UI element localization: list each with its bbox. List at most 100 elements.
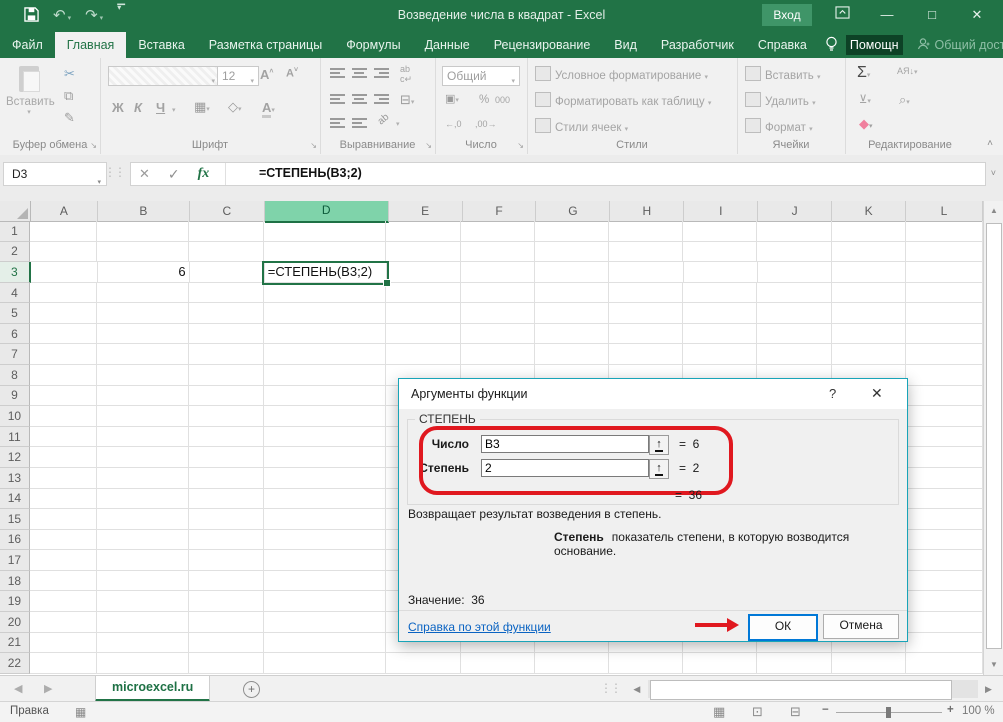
grid-cell-F3[interactable]: [461, 262, 535, 283]
grid-cell-C1[interactable]: [189, 221, 264, 242]
grow-font-button[interactable]: А˄: [260, 67, 273, 82]
collapse-dialog-icon-1[interactable]: ↑: [649, 435, 669, 455]
grid-cell-E2[interactable]: [386, 242, 460, 263]
grid-cell-L19[interactable]: [906, 591, 983, 612]
grid-cell-L5[interactable]: [906, 303, 983, 324]
row-header-11[interactable]: 11: [0, 427, 30, 448]
grid-cell-L10[interactable]: [906, 406, 983, 427]
grid-cell-L7[interactable]: [906, 344, 983, 365]
tab-данные[interactable]: Данные: [413, 32, 482, 58]
grid-cell-B12[interactable]: [97, 447, 189, 468]
grid-cell-C13[interactable]: [189, 468, 264, 489]
format-painter-icon[interactable]: ✎: [64, 110, 75, 126]
grid-cell-J3[interactable]: [758, 262, 832, 283]
column-header-J[interactable]: J: [758, 201, 832, 222]
align-left-icon[interactable]: [330, 94, 345, 104]
grid-cell-K5[interactable]: [832, 303, 906, 324]
grid-cell-D17[interactable]: [264, 550, 386, 571]
grid-cell-J1[interactable]: [757, 221, 831, 242]
sheet-next-icon[interactable]: ▶: [44, 682, 52, 695]
ok-button[interactable]: ОК: [748, 614, 818, 641]
tab-справка[interactable]: Справка: [746, 32, 819, 58]
argument-input-2[interactable]: [481, 459, 649, 477]
row-header-1[interactable]: 1: [0, 221, 30, 242]
zoom-out-icon[interactable]: −: [822, 704, 829, 716]
grid-cell-G22[interactable]: [535, 653, 609, 674]
orientation-icon[interactable]: ab: [376, 112, 392, 128]
grid-cell-D21[interactable]: [264, 633, 386, 654]
enter-icon[interactable]: ✓: [168, 166, 180, 183]
grid-cell-A10[interactable]: [30, 406, 98, 427]
cells-item-2[interactable]: Удалить ▾: [745, 92, 816, 108]
collapse-ribbon-icon[interactable]: ˄: [987, 138, 993, 149]
grid-cell-A14[interactable]: [30, 489, 98, 510]
borders-icon[interactable]: ▦▾: [194, 99, 210, 115]
grid-cell-B3[interactable]: 6: [98, 262, 189, 283]
grid-cell-G4[interactable]: [535, 283, 609, 304]
grid-cell-H4[interactable]: [609, 283, 683, 304]
grid-cell-I3[interactable]: [684, 262, 758, 283]
tab-рецензирование[interactable]: Рецензирование: [482, 32, 603, 58]
cut-icon[interactable]: ✂: [64, 66, 75, 82]
row-header-5[interactable]: 5: [0, 303, 30, 324]
orientation-dropdown-icon[interactable]: ▾: [396, 120, 400, 128]
grid-cell-I2[interactable]: [683, 242, 757, 263]
grid-cell-D10[interactable]: [264, 406, 386, 427]
tab-assistant[interactable]: Помощн: [846, 35, 903, 55]
font-name-combo[interactable]: ▾: [108, 66, 220, 86]
grid-cell-K7[interactable]: [832, 344, 906, 365]
autosum-button[interactable]: Σ▾: [857, 64, 870, 82]
grid-cell-E5[interactable]: [386, 303, 460, 324]
wrap-text-icon[interactable]: abc↵: [400, 64, 412, 85]
hscroll-grip[interactable]: ⋮⋮: [600, 681, 620, 695]
grid-cell-E6[interactable]: [386, 324, 460, 345]
copy-icon[interactable]: ⧉: [64, 88, 73, 104]
find-select-icon[interactable]: ⌕▾: [899, 92, 910, 108]
row-header-13[interactable]: 13: [0, 468, 30, 489]
shrink-font-button[interactable]: А˅: [286, 67, 298, 80]
fill-handle[interactable]: [383, 279, 391, 287]
grid-cell-G5[interactable]: [535, 303, 609, 324]
grid-cell-A20[interactable]: [30, 612, 98, 633]
row-header-14[interactable]: 14: [0, 489, 30, 510]
row-header-22[interactable]: 22: [0, 653, 30, 674]
number-dialog-launcher-icon[interactable]: ↘: [517, 141, 524, 150]
grid-cell-C19[interactable]: [189, 591, 264, 612]
grid-cell-B11[interactable]: [97, 427, 189, 448]
grid-cell-B19[interactable]: [97, 591, 189, 612]
macro-record-icon[interactable]: ▦: [75, 705, 86, 719]
grid-cell-B9[interactable]: [97, 386, 189, 407]
hscroll-thumb[interactable]: [650, 680, 952, 700]
grid-cell-G3[interactable]: [535, 262, 609, 283]
grid-cell-B22[interactable]: [97, 653, 189, 674]
grid-cell-G7[interactable]: [535, 344, 609, 365]
grid-cell-J2[interactable]: [757, 242, 831, 263]
styles-item-3[interactable]: Стили ячеек ▾: [535, 118, 628, 134]
styles-item-1[interactable]: Условное форматирование ▾: [535, 66, 708, 82]
grid-cell-L2[interactable]: [906, 242, 983, 263]
formula-bar-grip[interactable]: ⋮⋮: [104, 165, 124, 179]
formula-text[interactable]: =СТЕПЕНЬ(B3;2): [259, 166, 362, 180]
tab-вставка[interactable]: Вставка: [126, 32, 196, 58]
row-header-10[interactable]: 10: [0, 406, 30, 427]
grid-cell-K2[interactable]: [832, 242, 906, 263]
grid-cell-K22[interactable]: [832, 653, 906, 674]
dialog-help-icon[interactable]: ?: [829, 386, 836, 401]
horizontal-scrollbar[interactable]: ⋮⋮ ◀ ▶: [600, 679, 996, 699]
italic-button[interactable]: К: [134, 100, 142, 115]
grid-cell-C17[interactable]: [189, 550, 264, 571]
row-header-21[interactable]: 21: [0, 633, 30, 654]
scroll-down-icon[interactable]: ▼: [984, 655, 1003, 675]
grid-cell-H6[interactable]: [609, 324, 683, 345]
grid-cell-B1[interactable]: [97, 221, 189, 242]
grid-cell-A19[interactable]: [30, 591, 98, 612]
grid-cell-D8[interactable]: [264, 365, 386, 386]
styles-item-2[interactable]: Форматировать как таблицу ▾: [535, 92, 711, 108]
grid-cell-I4[interactable]: [683, 283, 757, 304]
font-size-combo[interactable]: 12▾: [217, 66, 259, 86]
grid-cell-L16[interactable]: [906, 530, 983, 551]
grid-cell-A18[interactable]: [30, 571, 98, 592]
underline-button[interactable]: Ч: [156, 100, 165, 115]
align-bottom-icon[interactable]: [374, 68, 389, 78]
grid-cell-I1[interactable]: [683, 221, 757, 242]
